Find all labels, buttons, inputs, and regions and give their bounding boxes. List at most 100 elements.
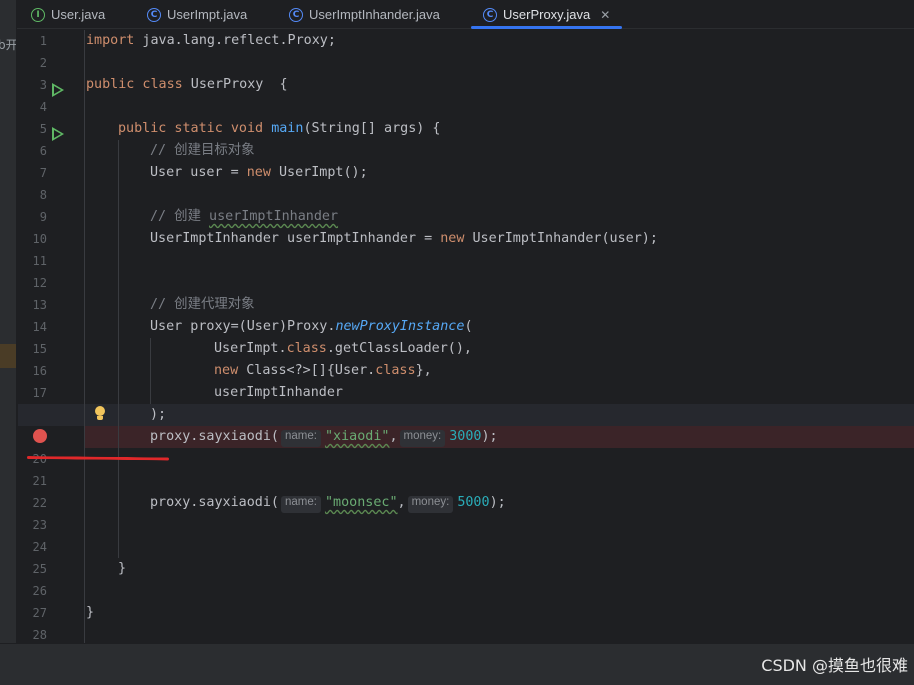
method-name: main	[271, 121, 304, 136]
project-panel-clipped-text: b开	[0, 38, 17, 52]
static-method: newProxyInstance	[335, 319, 465, 334]
breakpoint-icon[interactable]	[33, 429, 47, 443]
close-icon[interactable]: ✕	[600, 8, 610, 22]
watermark-text: CSDN @摸鱼也很难	[761, 656, 908, 675]
line-number: 16	[32, 364, 47, 378]
code-line-18: );	[150, 407, 167, 422]
code-editor[interactable]: import java.lang.reflect.Proxy; public c…	[18, 30, 914, 643]
editor-tab-bar: I User.java C UserImpt.java C UserImptIn…	[17, 0, 914, 29]
code-text: },	[415, 363, 432, 378]
code-line-19: proxy.sayxiaodi(name: "xiaodi", money: 3000…	[150, 426, 498, 448]
keyword: import	[86, 33, 135, 48]
line-number: 24	[32, 540, 47, 554]
code-line-17: userImptInhander	[214, 385, 343, 400]
line-number: 13	[32, 298, 47, 312]
code-line-10: UserImptInhander userImptInhander = new …	[150, 228, 658, 250]
code-text: );	[489, 495, 506, 510]
lightbulb-glass	[95, 406, 105, 416]
code-text: User user =	[150, 165, 247, 180]
tab-label: UserImpt.java	[167, 7, 248, 22]
line-number: 9	[39, 210, 47, 224]
keyword: public class	[86, 77, 183, 92]
parameter-hint: money:	[407, 496, 454, 513]
line-number: 6	[39, 144, 47, 158]
code-text: ,	[397, 495, 406, 510]
line-number: 27	[32, 606, 47, 620]
keyword: new	[214, 363, 239, 378]
code-line-13: // 创建代理对象	[150, 297, 255, 312]
class-icon: C	[147, 7, 161, 22]
code-line-3: public class UserProxy {	[86, 74, 288, 96]
line-number: 3	[39, 78, 47, 92]
code-text: ,	[389, 429, 398, 444]
code-text: java.lang.reflect.Proxy;	[134, 33, 336, 48]
code-text: );	[481, 429, 498, 444]
line-number: 15	[32, 342, 47, 356]
code-text: .getClassLoader(),	[326, 341, 472, 356]
indent-guide	[150, 338, 151, 404]
comment-typo: userImptInhander	[209, 209, 339, 224]
string-literal: "moonsec"	[324, 495, 398, 510]
number-literal: 5000	[457, 495, 490, 510]
tab-userimpt-java[interactable]: C UserImpt.java	[147, 0, 247, 29]
code-text: Class<?>[]{User.	[238, 363, 376, 378]
code-text: proxy.sayxiaodi(	[150, 495, 279, 510]
tab-label: UserImptInhander.java	[309, 7, 440, 22]
code-line-6: // 创建目标对象	[150, 143, 255, 158]
parameter-hint: name:	[281, 430, 321, 447]
code-text: (	[464, 319, 473, 334]
keyword: new	[440, 231, 465, 246]
parameter-hint: name:	[281, 496, 321, 513]
string-literal: "xiaodi"	[324, 429, 390, 444]
line-number: 1	[39, 34, 47, 48]
keyword: class	[375, 363, 416, 378]
line-number: 22	[32, 496, 47, 510]
line-number: 14	[32, 320, 47, 334]
code-line-27: }	[86, 605, 95, 620]
code-text: proxy.sayxiaodi(	[150, 429, 279, 444]
line-number: 12	[32, 276, 47, 290]
line-number: 11	[32, 254, 47, 268]
code-text: UserImptInhander(user);	[464, 231, 658, 246]
line-number: 2	[39, 56, 47, 70]
code-text: UserImpt();	[270, 165, 368, 180]
keyword: new	[246, 165, 271, 180]
code-line-15: UserImpt.class.getClassLoader(),	[214, 338, 472, 360]
line-number: 4	[39, 100, 47, 114]
interface-icon: I	[31, 7, 45, 22]
run-main-icon[interactable]	[52, 127, 64, 141]
tab-userimptinhander-java[interactable]: C UserImptInhander.java	[289, 0, 440, 29]
tab-label: UserProxy.java	[503, 7, 591, 22]
code-line-7: User user = new UserImpt();	[150, 162, 368, 184]
lightbulb-icon[interactable]	[94, 406, 106, 422]
line-number: 23	[32, 518, 47, 532]
parameter-hint: money:	[399, 430, 446, 447]
tab-user-java[interactable]: I User.java	[31, 0, 105, 29]
code-line-9: // 创建 userImptInhander	[150, 206, 338, 228]
line-number: 10	[32, 232, 47, 246]
line-number: 17	[32, 386, 47, 400]
indent-guide	[118, 140, 119, 558]
left-tool-strip: b开	[0, 0, 17, 643]
editor-gutter: 1 2 3 4 5 6 7 8 9 10 11 12 13 14 15 16 1…	[17, 30, 84, 643]
line-number: 25	[32, 562, 47, 576]
run-class-icon[interactable]	[52, 83, 64, 97]
tab-userproxy-java[interactable]: C UserProxy.java ✕	[471, 0, 623, 29]
line-number: 7	[39, 166, 47, 180]
project-panel-highlight	[0, 344, 16, 368]
number-literal: 3000	[449, 429, 482, 444]
code-line-22: proxy.sayxiaodi(name: "moonsec", money: 500…	[150, 492, 506, 514]
code-line-5: public static void main(String[] args) {	[118, 118, 441, 140]
gutter-separator	[84, 30, 85, 643]
code-text: UserImptInhander userImptInhander =	[150, 231, 441, 246]
lightbulb-base	[97, 416, 103, 420]
code-line-16: new Class<?>[]{User.class},	[214, 360, 432, 382]
keyword: public static void	[118, 121, 264, 136]
code-line-25: }	[118, 561, 127, 576]
line-number: 21	[32, 474, 47, 488]
code-text: UserProxy {	[182, 77, 288, 92]
class-icon: C	[483, 7, 497, 22]
code-text: (String[] args) {	[303, 121, 441, 136]
code-line-1: import java.lang.reflect.Proxy;	[86, 30, 336, 52]
class-icon: C	[289, 7, 303, 22]
